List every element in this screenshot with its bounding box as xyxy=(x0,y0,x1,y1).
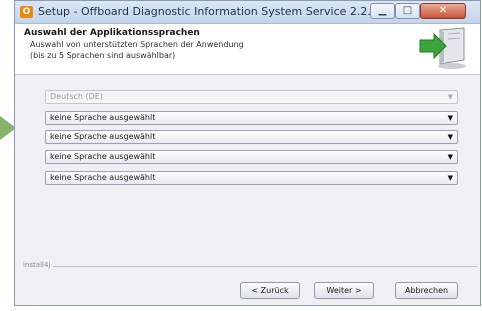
chevron-down-icon: ▼ xyxy=(447,174,453,182)
language-select-value: keine Sprache ausgewählt xyxy=(50,132,156,141)
language-select-value: keine Sprache ausgewählt xyxy=(50,113,156,122)
wizard-header: Auswahl der Applikationssprachen Auswahl… xyxy=(15,24,480,75)
window-title: Setup - Offboard Diagnostic Information … xyxy=(38,5,378,18)
next-button[interactable]: Weiter > xyxy=(314,282,374,299)
chevron-down-icon: ▼ xyxy=(447,114,453,122)
back-button[interactable]: < Zurück xyxy=(240,282,300,299)
language-select-value: keine Sprache ausgewählt xyxy=(50,152,156,161)
page-title: Auswahl der Applikationssprachen xyxy=(24,28,200,38)
install-arrow-icon xyxy=(419,27,466,69)
close-button[interactable]: ✕ xyxy=(420,3,466,19)
chevron-down-icon: ▼ xyxy=(447,153,453,161)
brand-label: install4j xyxy=(23,261,54,269)
cancel-button[interactable]: Abbrechen xyxy=(395,282,458,299)
language-select-1[interactable]: Deutsch (DE) ▼ xyxy=(45,90,458,104)
title-bar: O Setup - Offboard Diagnostic Informatio… xyxy=(15,1,480,24)
language-select-2[interactable]: keine Sprache ausgewählt ▼ xyxy=(45,111,458,125)
setup-window: O Setup - Offboard Diagnostic Informatio… xyxy=(14,0,481,306)
language-select-3[interactable]: keine Sprache ausgewählt ▼ xyxy=(45,130,458,144)
page-subtitle-note: (bis zu 5 Sprachen sind auswählbar) xyxy=(30,51,176,60)
footer-divider xyxy=(41,266,477,267)
chevron-down-icon: ▼ xyxy=(447,133,453,141)
maximize-button[interactable]: □ xyxy=(395,3,420,19)
chevron-down-icon: ▼ xyxy=(447,93,453,101)
language-select-5[interactable]: keine Sprache ausgewählt ▼ xyxy=(45,171,458,185)
language-select-4[interactable]: keine Sprache ausgewählt ▼ xyxy=(45,150,458,164)
app-icon: O xyxy=(20,6,33,18)
minimize-button[interactable]: ▁ xyxy=(370,3,395,19)
language-select-value: Deutsch (DE) xyxy=(50,92,103,101)
language-select-value: keine Sprache ausgewählt xyxy=(50,173,156,182)
page-subtitle: Auswahl von unterstützten Sprachen der A… xyxy=(30,40,244,49)
